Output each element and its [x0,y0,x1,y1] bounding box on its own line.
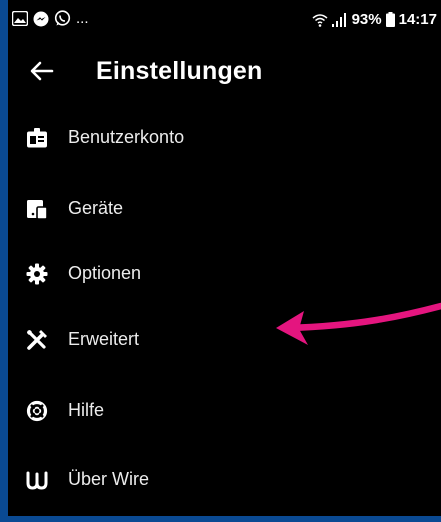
pointer-arrow-icon [276,302,441,345]
settings-screen: ... 93% 14:17 Einstellungen Benutzerkont… [8,0,441,516]
